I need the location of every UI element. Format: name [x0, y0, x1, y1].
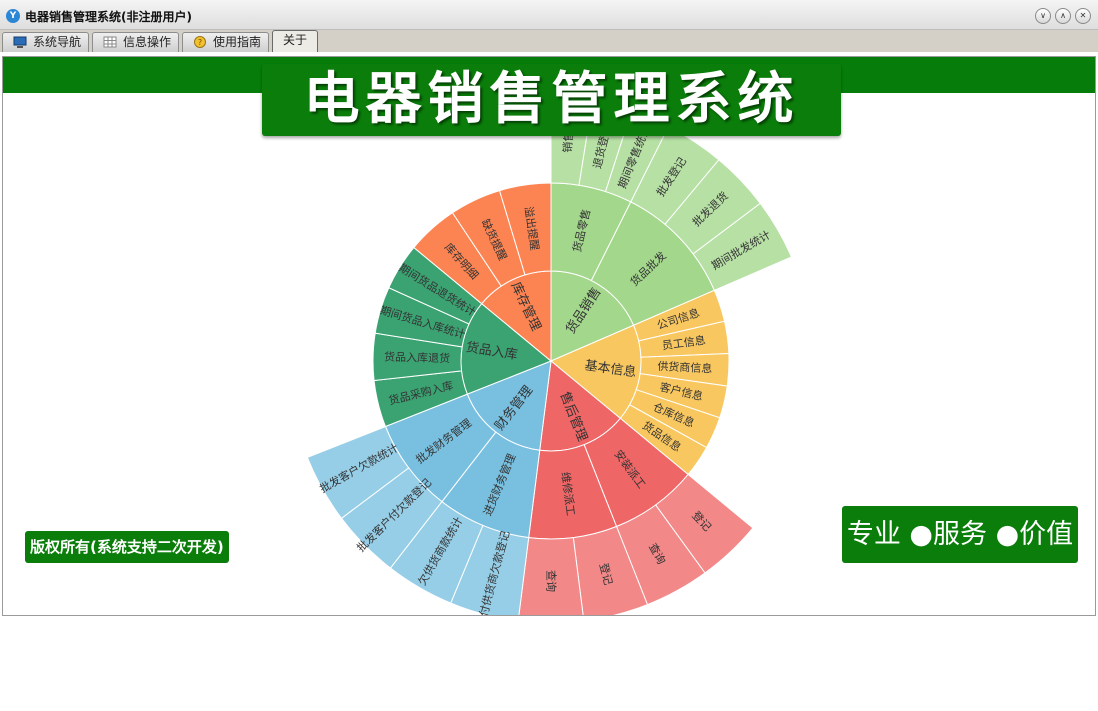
system-title-banner: 电器销售管理系统 [262, 64, 841, 136]
svg-text:?: ? [198, 38, 202, 47]
main-panel: 货品销售 货品零售 销售 退货登记 期间零售统计 货品批发 批发登记 批发退货 期间批发统计 基本… [2, 56, 1096, 616]
help-icon: ? [194, 36, 206, 48]
copyright-label: 版权所有(系统支持二次开发) [25, 531, 229, 563]
maximize-button[interactable]: ∧ [1055, 8, 1071, 24]
segment-label: 查询 [545, 570, 559, 592]
tab-bar: 系统导航 信息操作 ? 使用指南 关于 [0, 30, 1098, 52]
close-button[interactable]: ✕ [1075, 8, 1091, 24]
blank-area [0, 618, 1098, 711]
minimize-button[interactable]: ∨ [1035, 8, 1051, 24]
segment-label: 供货商信息 [657, 359, 713, 376]
title-bar: Y 电器销售管理系统(非注册用户) ∨ ∧ ✕ [0, 0, 1098, 30]
tab-label: 系统导航 [33, 35, 82, 49]
tab-label: 信息操作 [123, 35, 172, 49]
system-title: 电器销售管理系统 [303, 67, 800, 132]
app-logo-icon: Y [6, 9, 20, 23]
grid-icon [103, 36, 117, 48]
tab-system-nav[interactable]: 系统导航 [2, 32, 89, 52]
tab-user-guide[interactable]: ? 使用指南 [182, 32, 269, 52]
monitor-icon [13, 36, 27, 48]
tab-label: 使用指南 [213, 35, 262, 49]
tab-info-operation[interactable]: 信息操作 [92, 32, 179, 52]
tab-label: 关于 [283, 33, 308, 47]
slogan-label: 专业 ●服务 ●价值 [842, 506, 1078, 563]
window-title: 电器销售管理系统(非注册用户) [25, 10, 192, 24]
tab-about[interactable]: 关于 [272, 30, 318, 52]
segment-label: 货品入库退货 [384, 350, 450, 366]
